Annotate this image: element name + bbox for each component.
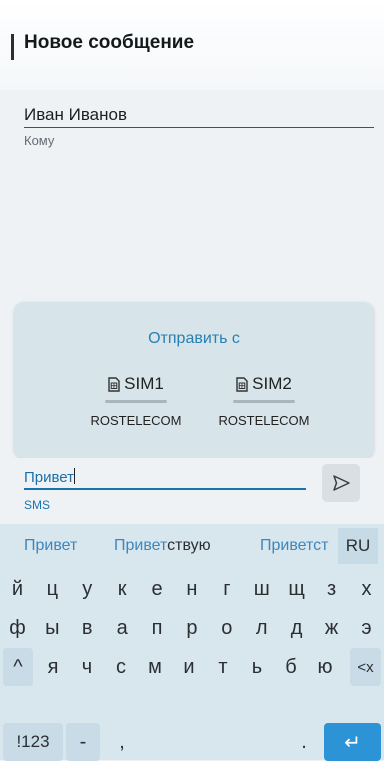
message-text: Привет <box>24 469 75 486</box>
sim1-label: SIM1 <box>124 374 164 393</box>
sim2-option[interactable]: SIM2 ROSTELECOM <box>204 374 324 428</box>
header-accent-bar <box>11 34 14 60</box>
key[interactable]: с <box>104 648 138 686</box>
symbols-key[interactable]: !123 <box>3 723 63 761</box>
message-underline <box>24 488 306 490</box>
comma-key[interactable]: , <box>102 723 142 761</box>
key[interactable]: г <box>209 570 244 608</box>
message-input[interactable]: Привет <box>24 468 76 486</box>
key[interactable]: й <box>0 570 35 608</box>
key[interactable]: э <box>349 609 384 647</box>
key[interactable]: е <box>140 570 175 608</box>
key[interactable]: а <box>105 609 140 647</box>
dash-key[interactable]: - <box>66 723 100 761</box>
key[interactable]: б <box>274 648 308 686</box>
suggestion-bar: Привет Приветствую Приветст RU <box>0 524 384 568</box>
suggestion-2-rest: ствую <box>167 537 211 554</box>
language-key[interactable]: RU <box>338 528 378 564</box>
header: Новое сообщение <box>0 0 384 90</box>
key[interactable]: ш <box>244 570 279 608</box>
recipient-label: Кому <box>24 133 55 148</box>
key[interactable]: к <box>105 570 140 608</box>
space-key[interactable] <box>148 723 284 761</box>
recipient-area[interactable]: Иван Иванов Кому <box>0 90 384 300</box>
page-title: Новое сообщение <box>24 32 195 53</box>
send-from-title: Отправить с <box>148 330 240 347</box>
suggestion-2-prefix: Привет <box>114 537 168 554</box>
key[interactable]: н <box>175 570 210 608</box>
key[interactable]: о <box>209 609 244 647</box>
key[interactable]: щ <box>279 570 314 608</box>
sim2-operator: ROSTELECOM <box>218 413 310 428</box>
key-row-4: !123 - , . ↵ <box>0 723 384 761</box>
sim2-underline <box>233 400 295 403</box>
recipient-name[interactable]: Иван Иванов <box>24 105 127 125</box>
key-row-3: ^ я ч с м и т ь б ю <x <box>0 648 384 686</box>
suggestion-1[interactable]: Привет <box>24 537 77 555</box>
sim2-label: SIM2 <box>252 374 292 393</box>
key[interactable]: р <box>175 609 210 647</box>
sim1-option[interactable]: SIM1 ROSTELECOM <box>76 374 196 428</box>
sim1-underline <box>105 400 167 403</box>
key[interactable]: ж <box>314 609 349 647</box>
key[interactable]: я <box>36 648 70 686</box>
sim-card-icon <box>108 376 120 392</box>
sim-card-icon <box>236 376 248 392</box>
key[interactable]: п <box>140 609 175 647</box>
key[interactable]: х <box>349 570 384 608</box>
key[interactable]: ч <box>70 648 104 686</box>
period-key[interactable]: . <box>286 723 322 761</box>
key[interactable]: ф <box>0 609 35 647</box>
key-row-1: й ц у к е н г ш щ з х <box>0 570 384 608</box>
key[interactable]: у <box>70 570 105 608</box>
key[interactable]: в <box>70 609 105 647</box>
key[interactable]: л <box>244 609 279 647</box>
backspace-key[interactable]: <x <box>350 648 381 686</box>
text-cursor <box>74 468 76 484</box>
send-icon <box>333 475 350 491</box>
suggestion-3[interactable]: Приветст <box>260 537 332 555</box>
sim1-operator: ROSTELECOM <box>90 413 182 428</box>
recipient-underline <box>24 127 374 128</box>
app: Новое сообщение Иван Иванов Кому Отправи… <box>0 0 384 761</box>
key-row-2: ф ы в а п р о л д ж э <box>0 609 384 647</box>
key[interactable]: и <box>172 648 206 686</box>
suggestion-2[interactable]: Приветствую <box>114 537 211 555</box>
key[interactable]: д <box>279 609 314 647</box>
send-button[interactable] <box>322 464 360 502</box>
key[interactable]: ц <box>35 570 70 608</box>
send-from-popup: Отправить с SIM1 ROSTELECOM SIM2 ROSTELE… <box>14 302 374 458</box>
key[interactable]: м <box>138 648 172 686</box>
message-type-label: SMS <box>24 498 51 512</box>
key[interactable]: ь <box>240 648 274 686</box>
key[interactable]: з <box>314 570 349 608</box>
shift-key[interactable]: ^ <box>3 648 33 686</box>
keyboard: Привет Приветствую Приветст RU й ц у к е… <box>0 524 384 761</box>
key[interactable]: т <box>206 648 240 686</box>
enter-key[interactable]: ↵ <box>324 723 381 761</box>
key[interactable]: ы <box>35 609 70 647</box>
key[interactable]: ю <box>308 648 342 686</box>
compose-area: Привет SMS <box>0 458 384 524</box>
